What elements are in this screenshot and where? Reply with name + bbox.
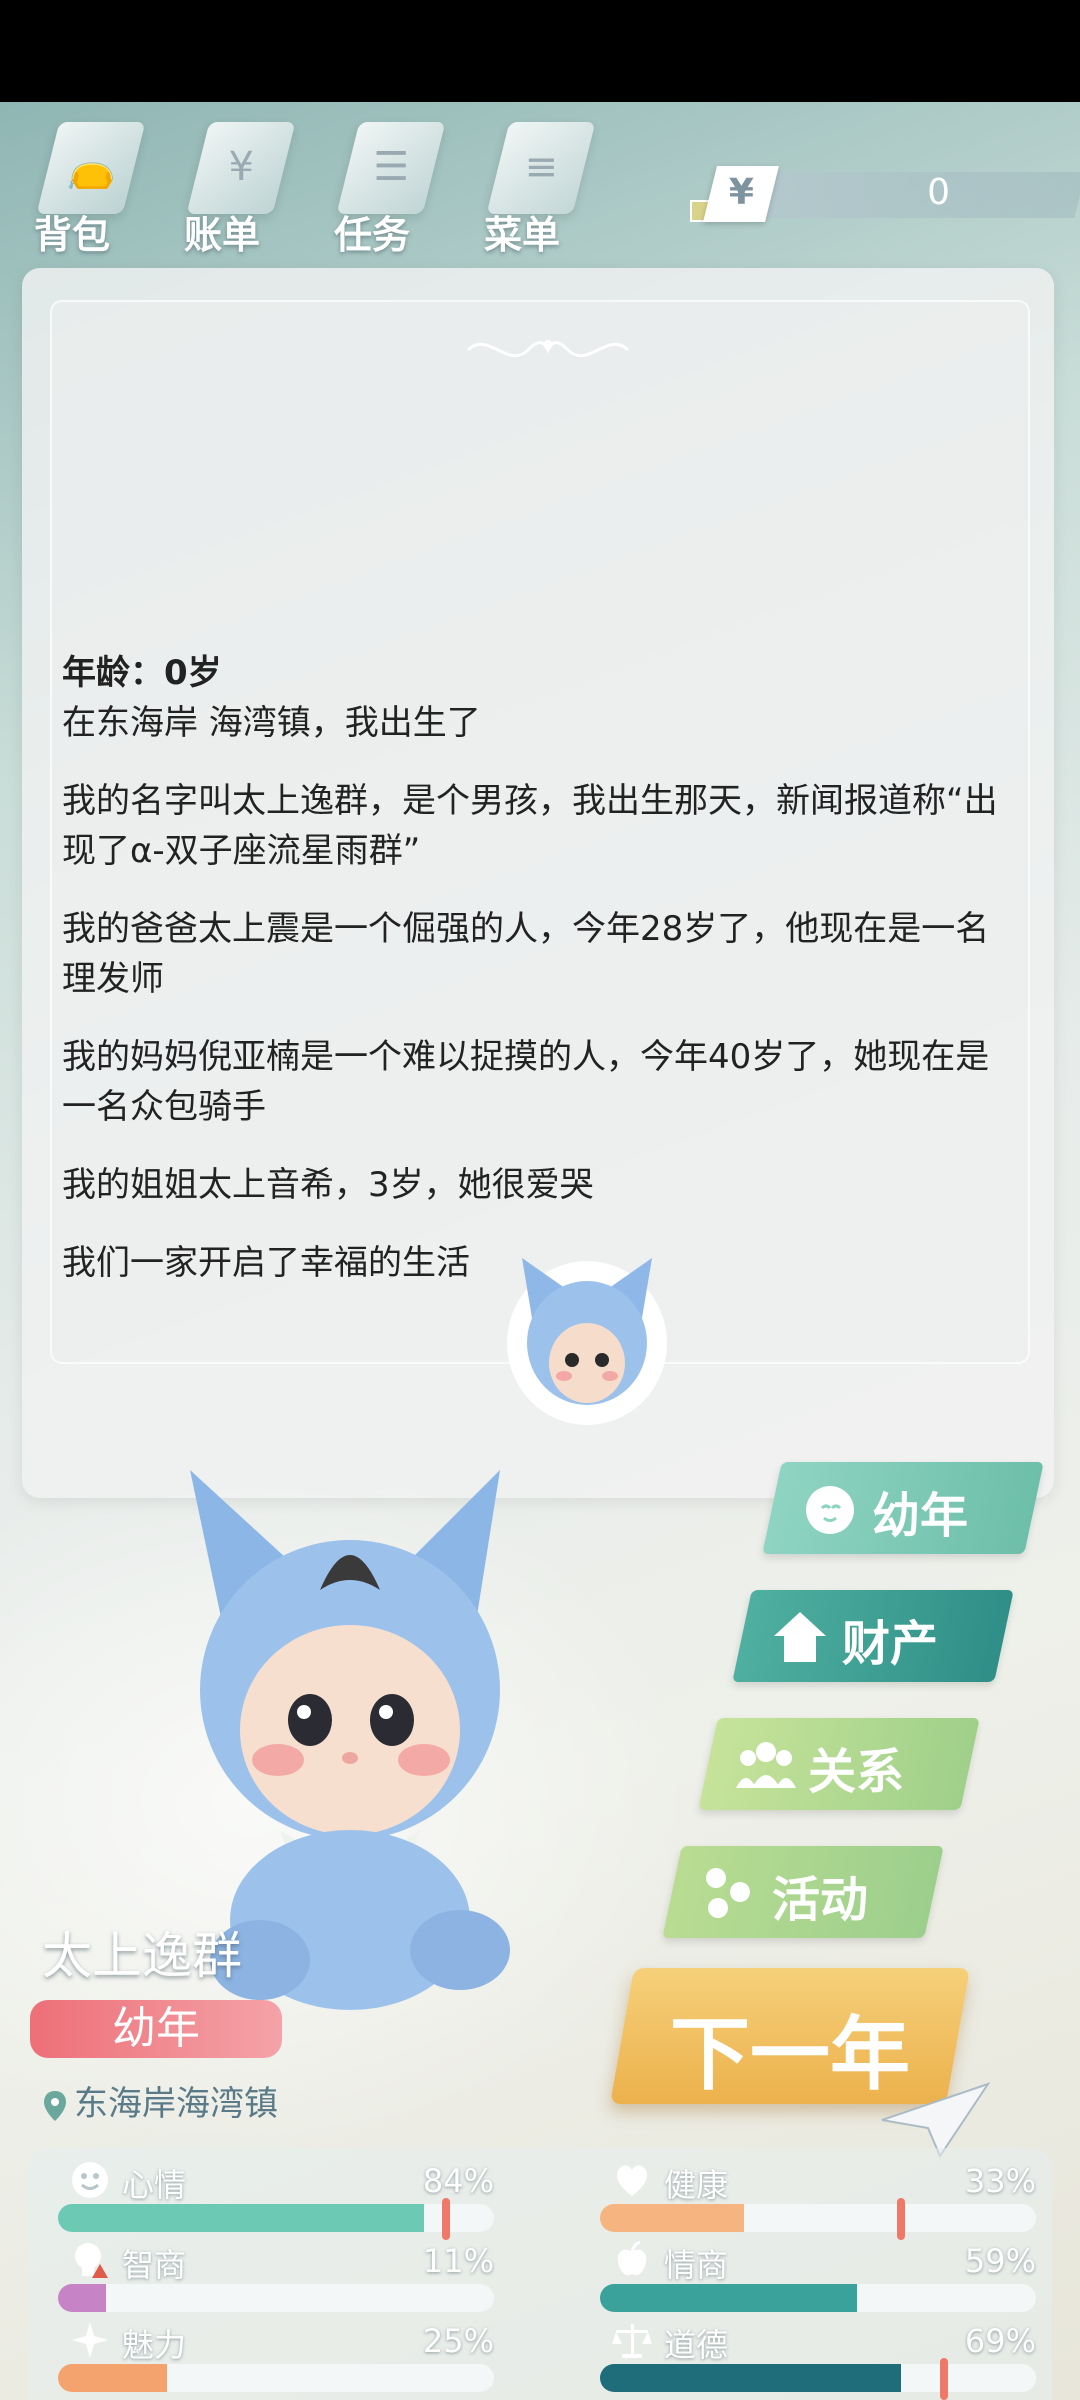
character-name: 太上逸群 — [42, 1927, 242, 1985]
stat-bar-fill — [58, 2364, 167, 2392]
age-label: 年龄：0岁 — [62, 653, 222, 693]
nav-bag-label: 背包 — [34, 213, 111, 257]
ornament-icon — [466, 340, 630, 358]
story-paragraph: 在东海岸 海湾镇，我出生了 — [62, 703, 481, 743]
stat-marker — [940, 2358, 949, 2400]
heart-icon — [616, 2165, 648, 2196]
scales-icon — [612, 2324, 652, 2358]
stats-panel: 心情 84% 健康 33% 智商 11% 情商 59% 魅力 25% 道德 69… — [28, 2148, 1052, 2400]
life-stage-badge: 幼年 — [30, 2000, 282, 2058]
money-display[interactable]: ¥ 0 — [690, 166, 1080, 222]
nav-bill-button[interactable]: ¥ 账单 — [170, 112, 300, 262]
house-icon — [774, 1612, 826, 1662]
people-icon — [736, 1742, 796, 1788]
story-paragraph: 我的姐姐太上音希，3岁，她很爱哭 — [62, 1165, 594, 1205]
story-paragraph: 我的爸爸太上震是一个倔强的人，今年28岁了，他现在是一名理发师 — [62, 909, 990, 999]
lightbulb-warning-icon — [75, 2243, 108, 2278]
nav-task-button[interactable]: ☰ 任务 — [320, 112, 450, 262]
stat-bar-fill — [600, 2284, 858, 2312]
story-paragraph: 我的名字叫太上逸群，是个男孩，我出生那天，新闻报道称“出现了α-双子座流星雨群” — [62, 781, 998, 871]
stat-marker — [896, 2198, 905, 2240]
stat-mood: 心情 84% — [58, 2160, 494, 2240]
stat-marker — [442, 2198, 451, 2240]
property-button[interactable]: 财产 — [732, 1590, 1014, 1682]
activities-button[interactable]: 活动 — [662, 1846, 944, 1938]
stat-bar-fill — [58, 2204, 425, 2232]
baby-face-icon — [806, 1486, 854, 1534]
baby-sticker-icon — [507, 1258, 667, 1425]
sparkle-icon — [72, 2322, 108, 2358]
smiley-icon — [72, 2162, 108, 2198]
stat-bar-fill — [600, 2364, 901, 2392]
activities-label: 活动 — [772, 1872, 869, 1928]
stat-eq: 情商 59% — [600, 2240, 1036, 2312]
task-list-icon: ☰ — [336, 122, 446, 214]
stat-bar-fill — [600, 2204, 744, 2232]
stat-bar-fill — [58, 2284, 106, 2312]
nav-menu-label: 菜单 — [484, 213, 561, 257]
stat-health: 健康 33% — [600, 2160, 1036, 2240]
top-nav: 👝 背包 ¥ 账单 ☰ 任务 ≡ 菜单 — [20, 112, 640, 262]
location-label: 东海岸海湾镇 — [74, 2084, 278, 2124]
stage-childhood-button[interactable]: 幼年 — [762, 1462, 1044, 1554]
menu-icon: ≡ — [486, 122, 596, 214]
location-pin-icon — [44, 2090, 66, 2121]
bill-icon: ¥ — [186, 122, 296, 214]
stat-morality: 道德 69% — [600, 2320, 1036, 2400]
story-text: 年龄：0岁 在东海岸 海湾镇，我出生了 我的名字叫太上逸群，是个男孩，我出生那天… — [62, 648, 1012, 1316]
nav-bill-label: 账单 — [184, 213, 261, 257]
money-value: 0 — [927, 172, 950, 213]
stat-charm: 魅力 25% — [58, 2320, 494, 2392]
location: 东海岸海湾镇 — [42, 2076, 278, 2125]
stage-childhood-label: 幼年 — [872, 1488, 969, 1544]
status-bar — [0, 0, 1080, 102]
nav-task-label: 任务 — [334, 213, 411, 257]
story-paragraph: 我的妈妈倪亚楠是一个难以捉摸的人，今年40岁了，她现在是一名众包骑手 — [62, 1037, 990, 1127]
activity-dots-icon — [706, 1868, 750, 1918]
nav-menu-button[interactable]: ≡ 菜单 — [470, 112, 600, 262]
relations-label: 关系 — [808, 1744, 905, 1800]
bag-icon: 👝 — [36, 122, 146, 214]
stat-iq: 智商 11% — [58, 2240, 494, 2312]
apple-icon — [617, 2240, 647, 2276]
property-label: 财产 — [842, 1616, 939, 1672]
nav-bag-button[interactable]: 👝 背包 — [20, 112, 150, 262]
relations-button[interactable]: 关系 — [698, 1718, 980, 1810]
